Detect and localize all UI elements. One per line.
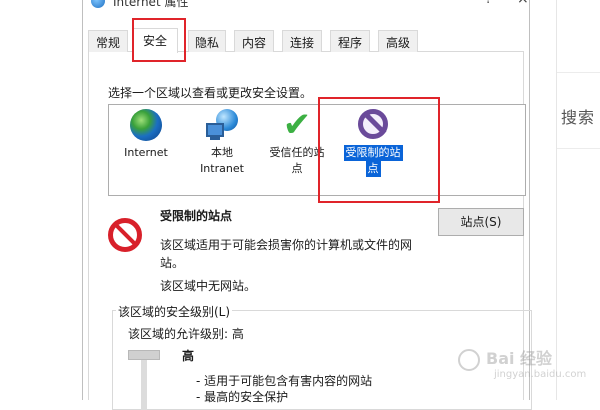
intranet-icon — [206, 109, 238, 141]
help-button[interactable]: ? — [485, 0, 492, 7]
selected-zone-description: 该区域适用于可能会损害你的计算机或文件的网站。 — [160, 238, 413, 270]
divider — [557, 72, 600, 73]
selected-zone-name: 受限制的站点 — [160, 209, 233, 223]
tab-general[interactable]: 常规 — [88, 30, 128, 52]
zone-label: Internet — [124, 146, 168, 159]
allowed-level-text: 该区域的允许级别: 高 — [128, 327, 244, 341]
window-title: Internet 属性 — [113, 0, 189, 9]
tab-programs[interactable]: 程序 — [330, 30, 370, 52]
tab-advanced[interactable]: 高级 — [378, 30, 418, 52]
level-description-item: - 适用于可能包含有害内容的网站 — [196, 374, 373, 388]
watermark-text: Bai 经验 — [486, 349, 553, 368]
watermark-url: jingyan.baidu.com — [494, 369, 587, 380]
close-button[interactable]: × — [517, 0, 529, 7]
zone-label: 点 — [291, 162, 303, 175]
selected-zone-sites-status: 该区域中无网站。 — [160, 279, 257, 293]
zone-list: Internet 本地 Intranet ✔ 受信任的站 点 受限制的站 点 — [108, 104, 526, 196]
zone-local-intranet[interactable]: 本地 Intranet — [187, 109, 257, 177]
security-level-title: 该区域的安全级别(L) — [116, 303, 233, 320]
zone-instruction: 选择一个区域以查看或更改安全设置。 — [108, 86, 313, 100]
security-level-slider-thumb[interactable] — [128, 350, 160, 360]
checkmark-icon: ✔ — [282, 105, 312, 145]
level-description-item: - 最高的安全保护 — [196, 390, 289, 404]
tab-content[interactable]: 内容 — [234, 30, 274, 52]
sites-button[interactable]: 站点(S) — [438, 208, 524, 236]
title-bar: Internet 属性 ? × — [83, 0, 529, 14]
paw-icon — [458, 349, 480, 371]
background-search-text[interactable]: 搜索 — [561, 104, 595, 128]
globe-icon — [130, 109, 162, 141]
watermark: Bai 经验 jingyan.baidu.com — [452, 345, 600, 400]
internet-options-icon — [91, 0, 105, 8]
background-page: 搜索 — [530, 0, 600, 400]
security-level-slider-track[interactable] — [141, 360, 147, 410]
tab-connections[interactable]: 连接 — [282, 30, 322, 52]
zone-label: Intranet — [200, 162, 244, 175]
zone-internet[interactable]: Internet — [115, 109, 177, 161]
zone-label: 本地 — [211, 146, 233, 159]
annotation-highlight-zone — [318, 97, 440, 203]
divider — [556, 0, 557, 400]
security-level-value: 高 — [182, 349, 195, 363]
tab-privacy[interactable]: 隐私 — [188, 30, 226, 52]
background-left — [0, 0, 82, 400]
restricted-sites-icon — [108, 218, 142, 252]
divider — [557, 148, 600, 149]
